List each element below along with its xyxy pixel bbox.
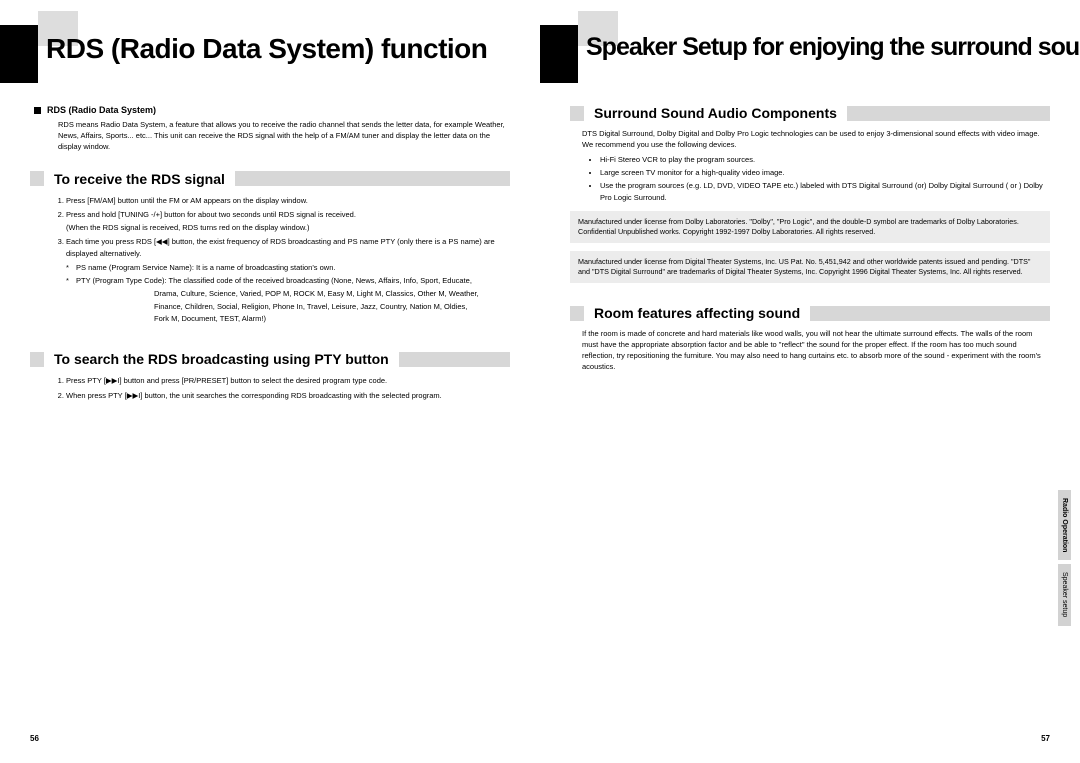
right-header: Speaker Setup for enjoying the surround … xyxy=(570,25,1050,83)
header-black-block xyxy=(540,25,578,83)
footnote-pty: PTY (Program Type Code): The classified … xyxy=(76,276,510,287)
right-page-title: Speaker Setup for enjoying the surround … xyxy=(586,33,1080,62)
page-spread: RDS (Radio Data System) function RDS (Ra… xyxy=(0,0,1080,763)
search-step-2: When press PTY [▶▶I] button, the unit se… xyxy=(66,390,510,401)
left-header: RDS (Radio Data System) function xyxy=(30,25,510,83)
side-tab-radio: Radio Operation xyxy=(1058,490,1071,560)
section-title: Surround Sound Audio Components xyxy=(594,105,837,121)
step-3: Each time you press RDS [◀◀] button, the… xyxy=(66,236,510,259)
section-search-pty: To search the RDS broadcasting using PTY… xyxy=(30,351,510,367)
section-tab-icon xyxy=(570,306,584,321)
section-bar xyxy=(235,171,510,186)
search-step-1: Press PTY [▶▶I] button and press [PR/PRE… xyxy=(66,375,510,386)
page-number-right: 57 xyxy=(1041,734,1050,743)
section-receive-rds: To receive the RDS signal xyxy=(30,171,510,187)
section-title: To search the RDS broadcasting using PTY… xyxy=(54,351,389,367)
section-surround-components: Surround Sound Audio Components xyxy=(570,105,1050,121)
section-bar xyxy=(847,106,1050,121)
section-title: Room features affecting sound xyxy=(594,305,800,321)
side-tab-speaker: Speaker setup xyxy=(1058,564,1071,625)
side-tabs: Radio Operation Speaker setup xyxy=(1058,490,1080,630)
page-number-left: 56 xyxy=(30,734,39,743)
footnote-pty-cont3: Fork M, Document, TEST, Alarm!) xyxy=(154,314,510,325)
rds-description: RDS means Radio Data System, a feature t… xyxy=(58,120,510,153)
search-steps: Press PTY [▶▶I] button and press [PR/PRE… xyxy=(30,375,510,401)
receive-steps: Press [FM/AM] button until the FM or AM … xyxy=(30,195,510,259)
step-2: Press and hold [TUNING -/+] button for a… xyxy=(66,209,510,234)
footnote-ps: PS name (Program Service Name): It is a … xyxy=(76,263,510,274)
section-tab-icon xyxy=(30,171,44,186)
left-page: RDS (Radio Data System) function RDS (Ra… xyxy=(0,0,540,763)
device-2: Large screen TV monitor for a high-quali… xyxy=(600,167,1050,178)
header-black-block xyxy=(0,25,38,83)
room-features-text: If the room is made of concrete and hard… xyxy=(582,329,1050,373)
left-page-title: RDS (Radio Data System) function xyxy=(46,33,487,65)
section-room-features: Room features affecting sound xyxy=(570,305,1050,321)
section-title: To receive the RDS signal xyxy=(54,171,225,187)
section-bar xyxy=(399,352,510,367)
footnote-pty-cont1: Drama, Culture, Science, Varied, POP M, … xyxy=(154,289,510,300)
footnote-pty-cont2: Finance, Children, Social, Religion, Pho… xyxy=(154,302,510,313)
step-1: Press [FM/AM] button until the FM or AM … xyxy=(66,195,510,206)
device-1: Hi-Fi Stereo VCR to play the program sou… xyxy=(600,154,1050,165)
section-tab-icon xyxy=(30,352,44,367)
surround-intro: DTS Digital Surround, Dolby Digital and … xyxy=(582,129,1050,151)
right-page: Speaker Setup for enjoying the surround … xyxy=(540,0,1080,763)
device-3: Use the program sources (e.g. LD, DVD, V… xyxy=(600,180,1050,203)
dolby-notice: Manufactured under license from Dolby La… xyxy=(570,211,1050,243)
step-2-text: Press and hold [TUNING -/+] button for a… xyxy=(66,210,356,219)
dts-notice: Manufactured under license from Digital … xyxy=(570,251,1050,283)
footnotes: *PS name (Program Service Name): It is a… xyxy=(42,263,510,325)
step-2-sub: (When the RDS signal is received, RDS tu… xyxy=(66,222,510,233)
section-bar xyxy=(810,306,1050,321)
rds-subheading: RDS (Radio Data System) xyxy=(34,105,510,115)
device-list: Hi-Fi Stereo VCR to play the program sou… xyxy=(570,154,1050,203)
section-tab-icon xyxy=(570,106,584,121)
